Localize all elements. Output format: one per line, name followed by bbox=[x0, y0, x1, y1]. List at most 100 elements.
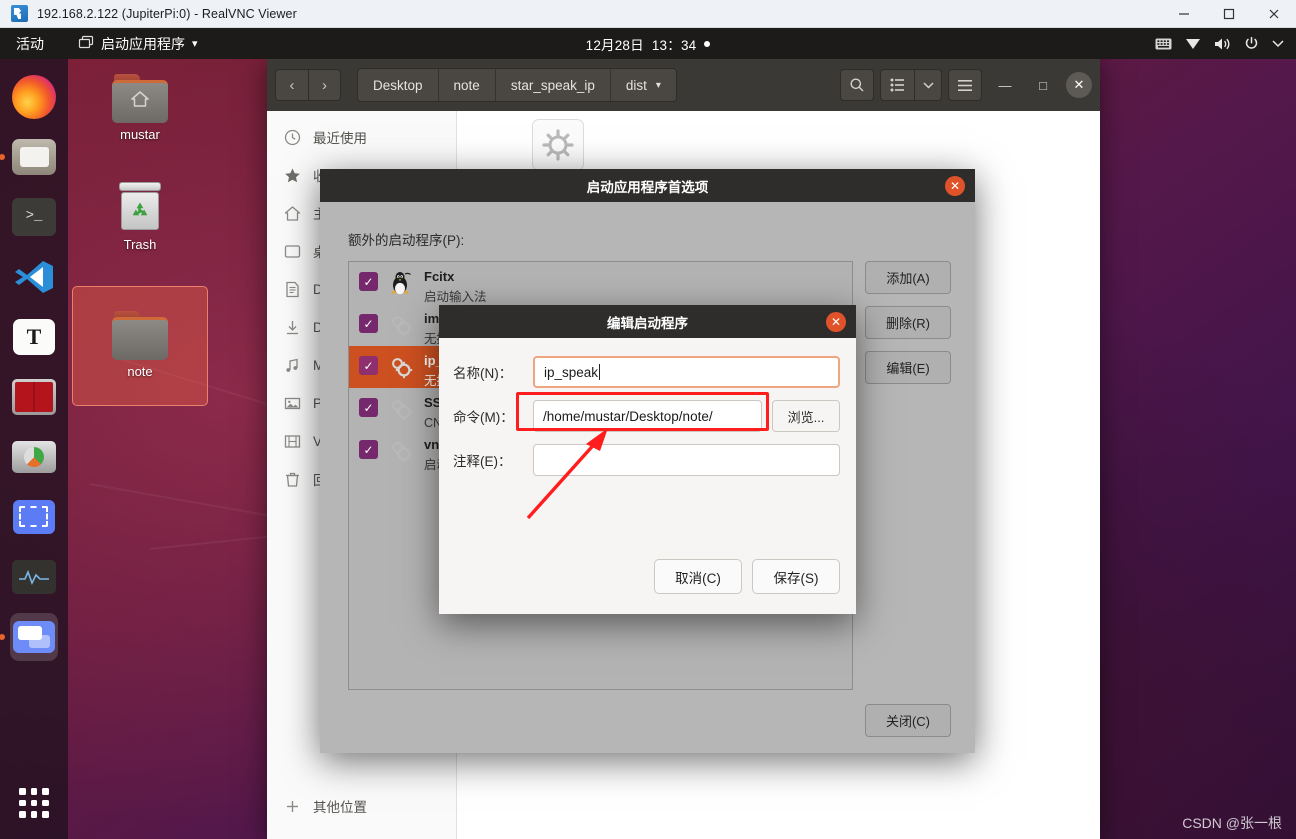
file-manager-close-button[interactable]: ✕ bbox=[1066, 72, 1092, 98]
activities-button[interactable]: 活动 bbox=[16, 34, 44, 54]
checkbox-checked-icon[interactable]: ✓ bbox=[359, 440, 378, 459]
prefs-dialog-footer: 关闭(C) bbox=[320, 690, 975, 753]
folder-icon bbox=[112, 311, 168, 360]
view-dropdown-icon[interactable] bbox=[914, 69, 942, 101]
edit-dialog-footer: 取消(C) 保存(S) bbox=[439, 559, 856, 614]
desktop-icon-label: note bbox=[127, 364, 153, 379]
prefs-dialog-close-button[interactable]: ✕ bbox=[945, 175, 965, 196]
dock-item-red-app[interactable] bbox=[10, 373, 58, 421]
breadcrumb-item-dist[interactable]: dist ▾ bbox=[610, 69, 676, 101]
music-icon bbox=[284, 357, 301, 374]
panel-clock[interactable]: 12月28日 13：34 bbox=[533, 34, 763, 54]
desktop-icon-note[interactable]: note bbox=[72, 286, 208, 406]
screenshot-root: 192.168.2.122 (JupiterPi:0) - RealVNC Vi… bbox=[0, 0, 1296, 839]
list-item[interactable]: ✓ bbox=[349, 262, 852, 304]
vnc-close-button[interactable] bbox=[1251, 0, 1296, 28]
prefs-dialog-titlebar: 启动应用程序首选项 ✕ bbox=[320, 169, 975, 202]
dock-item-vscode[interactable] bbox=[10, 253, 58, 301]
desktop-icon-mustar[interactable]: mustar bbox=[88, 68, 192, 150]
power-icon bbox=[1244, 36, 1259, 51]
remove-button[interactable]: 删除(R) bbox=[865, 306, 951, 339]
file-item[interactable] bbox=[512, 119, 604, 171]
name-input[interactable]: ip_speak bbox=[533, 356, 840, 388]
network-icon bbox=[1185, 37, 1201, 50]
list-item-text: Fcitx 启动输入法 bbox=[424, 267, 487, 307]
comment-label: 注释(E)： bbox=[453, 454, 512, 469]
vnc-window-controls bbox=[1161, 0, 1296, 28]
breadcrumb: Desktop note star_speak_ip dist ▾ bbox=[357, 68, 677, 102]
downloads-icon bbox=[284, 319, 301, 336]
dock-item-screenshot[interactable] bbox=[10, 493, 58, 541]
close-button[interactable]: 关闭(C) bbox=[865, 704, 951, 737]
checkbox-checked-icon[interactable]: ✓ bbox=[359, 314, 378, 333]
pictures-icon bbox=[284, 395, 301, 412]
dock-item-firefox[interactable] bbox=[10, 73, 58, 121]
chevron-down-icon bbox=[1272, 39, 1284, 48]
keyboard-icon bbox=[1155, 38, 1172, 50]
ubuntu-dock: >_ T bbox=[0, 59, 68, 839]
window-stack-icon bbox=[78, 35, 94, 53]
file-manager-minimize-button[interactable]: — bbox=[990, 70, 1020, 100]
breadcrumb-item-desktop[interactable]: Desktop bbox=[358, 69, 439, 101]
desktop-icon bbox=[284, 243, 301, 260]
dock-item-disks[interactable] bbox=[10, 433, 58, 481]
sidebar-item-recent[interactable]: 最近使用 bbox=[267, 118, 456, 156]
vnc-minimize-button[interactable] bbox=[1161, 0, 1206, 28]
clock-time: 13：34 bbox=[651, 37, 697, 53]
system-monitor-icon bbox=[12, 560, 56, 594]
browse-button[interactable]: 浏览... bbox=[772, 400, 840, 432]
breadcrumb-item-label: dist bbox=[625, 77, 647, 93]
hamburger-menu-icon[interactable] bbox=[948, 69, 982, 101]
desktop-icon-trash[interactable]: Trash bbox=[88, 176, 192, 260]
edit-dialog-titlebar: 编辑启动程序 ✕ bbox=[439, 305, 856, 338]
navigation-buttons: ‹ › bbox=[275, 69, 341, 101]
home-folder-icon bbox=[112, 74, 168, 123]
dock-item-terminal[interactable]: >_ bbox=[10, 193, 58, 241]
back-button[interactable]: ‹ bbox=[275, 69, 308, 101]
remote-desktop-canvas[interactable]: 活动 启动应用程序 ▾ 12月28日 13：34 >_ T mustar Tra… bbox=[0, 28, 1296, 839]
name-input-value: ip_speak bbox=[544, 364, 599, 380]
annotation-arrow bbox=[526, 428, 608, 520]
prefs-action-buttons: 添加(A) 删除(R) 编辑(E) bbox=[865, 261, 951, 690]
checkbox-checked-icon[interactable]: ✓ bbox=[359, 356, 378, 375]
gears-icon bbox=[388, 438, 414, 464]
dock-item-files[interactable] bbox=[0, 133, 58, 181]
startup-applications-menu[interactable]: 启动应用程序 ▾ bbox=[78, 34, 198, 54]
view-mode-group bbox=[880, 69, 942, 101]
add-button[interactable]: 添加(A) bbox=[865, 261, 951, 294]
vnc-maximize-button[interactable] bbox=[1206, 0, 1251, 28]
csdn-watermark: CSDN @张一根 bbox=[1182, 815, 1282, 831]
system-tray[interactable] bbox=[1155, 36, 1284, 51]
gears-icon bbox=[388, 354, 414, 380]
file-manager-maximize-button[interactable]: □ bbox=[1028, 70, 1058, 100]
search-icon[interactable] bbox=[840, 69, 874, 101]
plus-icon bbox=[284, 798, 301, 815]
dock-item-remote-desktop[interactable] bbox=[0, 613, 58, 661]
show-applications-button[interactable] bbox=[12, 781, 56, 825]
cancel-button[interactable]: 取消(C) bbox=[654, 559, 742, 594]
save-button[interactable]: 保存(S) bbox=[752, 559, 840, 594]
dock-item-system-monitor[interactable] bbox=[10, 553, 58, 601]
vscode-icon bbox=[13, 257, 55, 297]
forward-button[interactable]: › bbox=[308, 69, 341, 101]
files-icon bbox=[12, 139, 56, 175]
desktop-icon-label: Trash bbox=[123, 237, 157, 252]
checkbox-checked-icon[interactable]: ✓ bbox=[359, 272, 378, 291]
executable-file-icon bbox=[532, 119, 584, 171]
edit-dialog-close-button[interactable]: ✕ bbox=[826, 311, 846, 332]
sidebar-item-label: 其他位置 bbox=[313, 800, 367, 815]
dock-item-text-editor[interactable]: T bbox=[10, 313, 58, 361]
sidebar-item-other-locations[interactable]: 其他位置 bbox=[267, 787, 456, 825]
star-icon bbox=[284, 167, 301, 184]
breadcrumb-item-star-speak-ip[interactable]: star_speak_ip bbox=[495, 69, 611, 101]
breadcrumb-item-note[interactable]: note bbox=[438, 69, 496, 101]
edit-button[interactable]: 编辑(E) bbox=[865, 351, 951, 384]
checkbox-checked-icon[interactable]: ✓ bbox=[359, 398, 378, 417]
list-view-icon[interactable] bbox=[880, 69, 914, 101]
realvnc-icon bbox=[11, 5, 28, 22]
videos-icon bbox=[284, 433, 301, 450]
red-app-icon bbox=[12, 379, 56, 415]
trash-icon bbox=[117, 182, 163, 230]
trash-icon bbox=[284, 471, 301, 488]
text-caret bbox=[599, 364, 601, 380]
